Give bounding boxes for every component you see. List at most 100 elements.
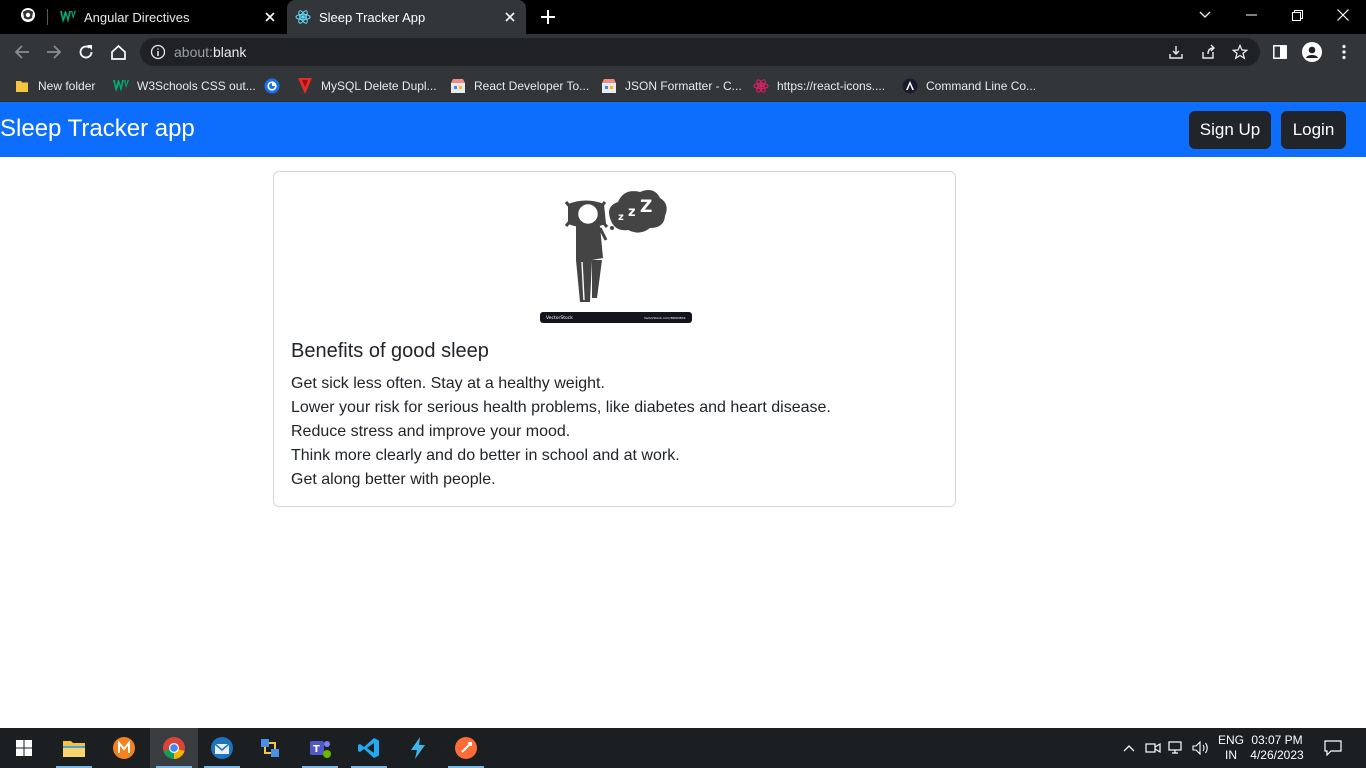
- thunderbird-icon: [211, 737, 233, 759]
- address-bar[interactable]: about:blank: [140, 38, 1260, 66]
- close-window-button[interactable]: [1320, 0, 1366, 30]
- pinned-tab[interactable]: [10, 4, 46, 30]
- lightning-app-icon: [411, 737, 425, 759]
- bookmark-label: New folder: [38, 79, 96, 93]
- taskbar-teams[interactable]: T: [296, 728, 344, 768]
- pinned-tab-icon: [19, 6, 37, 29]
- notification-icon: [1324, 740, 1342, 756]
- bookmark-star-icon[interactable]: [1231, 43, 1249, 60]
- taskbar-file-explorer[interactable]: [50, 728, 98, 768]
- taskbar-chrome[interactable]: [150, 728, 198, 768]
- bookmarks-bar: New folder W3Schools CSS out... MySQL De…: [0, 70, 1366, 102]
- tab-sleep-tracker-app[interactable]: Sleep Tracker App: [287, 0, 526, 34]
- close-tab-icon[interactable]: [260, 7, 280, 27]
- new-tab-button[interactable]: [537, 6, 559, 28]
- info-icon[interactable]: [150, 44, 166, 60]
- close-icon: [1337, 9, 1349, 21]
- minimize-icon: [1245, 14, 1257, 16]
- chevron-up-icon: [1123, 745, 1135, 752]
- close-tab-icon[interactable]: [500, 7, 520, 27]
- bookmark-react-icons[interactable]: https://react-icons....: [753, 76, 885, 96]
- notifications-button[interactable]: [1323, 738, 1343, 758]
- volume-icon: [1192, 741, 1208, 755]
- bookmark-mysql-delete[interactable]: MySQL Delete Dupl...: [297, 76, 437, 96]
- avatar-icon: [1302, 42, 1322, 62]
- benefit-line: Think more clearly and do better in scho…: [291, 447, 680, 464]
- windows-icon: [16, 740, 32, 756]
- chevron-down-icon: [1199, 11, 1211, 18]
- clock-date: 4/26/2023: [1250, 748, 1304, 762]
- profile-button[interactable]: [1302, 42, 1322, 62]
- sign-up-button[interactable]: Sign Up: [1189, 111, 1271, 149]
- taskbar-app[interactable]: [100, 728, 148, 768]
- input-language-indicator[interactable]: ENG IN: [1218, 733, 1244, 763]
- bookmark-react-dev-tools[interactable]: React Developer To...: [450, 76, 589, 96]
- arrow-right-icon: [47, 45, 62, 59]
- bookmark-new-folder[interactable]: New folder: [14, 76, 95, 96]
- network-app-icon: [261, 739, 279, 757]
- taskbar-postman[interactable]: [442, 728, 490, 768]
- vscode-icon: [358, 738, 379, 758]
- start-button[interactable]: [0, 728, 48, 768]
- network-button[interactable]: [1167, 738, 1187, 758]
- chrome-extension-icon: [264, 78, 280, 94]
- tab-separator: [47, 9, 48, 25]
- side-panel-button[interactable]: [1270, 42, 1290, 62]
- login-button[interactable]: Login: [1281, 111, 1346, 149]
- home-icon: [110, 44, 126, 60]
- browser-toolbar: about:blank: [0, 34, 1366, 70]
- side-panel-icon: [1273, 45, 1287, 59]
- show-hidden-icons-button[interactable]: [1119, 738, 1139, 758]
- restore-icon: [1291, 9, 1303, 21]
- svg-text:T: T: [313, 744, 320, 755]
- region-code: IN: [1225, 748, 1237, 762]
- bookmark-label: Command Line Co...: [926, 79, 1037, 93]
- reload-icon: [79, 45, 93, 59]
- install-app-icon[interactable]: [1168, 44, 1184, 60]
- clock-time: 03:07 PM: [1251, 733, 1303, 747]
- app-navbar: Sleep Tracker app Sign Up Login: [0, 102, 1366, 157]
- clock[interactable]: 03:07 PM 4/26/2023: [1248, 733, 1306, 763]
- back-button[interactable]: [8, 38, 36, 66]
- react-icon: [753, 78, 769, 94]
- w3schools-icon: [60, 9, 76, 25]
- bookmark-extension[interactable]: [264, 76, 288, 96]
- bookmark-json-formatter[interactable]: JSON Formatter - C...: [601, 76, 742, 96]
- home-button[interactable]: [104, 38, 132, 66]
- restore-button[interactable]: [1274, 0, 1320, 30]
- tab-search-button[interactable]: [1182, 0, 1228, 30]
- postman-icon: [455, 737, 477, 759]
- bookmark-command-line[interactable]: Command Line Co...: [902, 76, 1036, 96]
- language-code: ENG: [1218, 733, 1245, 747]
- minimize-button[interactable]: [1228, 0, 1274, 30]
- plus-icon: [541, 10, 555, 24]
- taskbar-network-app[interactable]: [246, 728, 294, 768]
- bookmark-label: React Developer To...: [474, 79, 590, 93]
- taskbar-vscode[interactable]: [345, 728, 393, 768]
- more-vertical-icon: [1342, 44, 1346, 60]
- svg-text:z: z: [618, 212, 624, 223]
- taskbar-thunderbird[interactable]: [198, 728, 246, 768]
- tab-angular-directives[interactable]: Angular Directives: [52, 0, 286, 34]
- taskbar-lightning-app[interactable]: [394, 728, 442, 768]
- reload-button[interactable]: [72, 38, 100, 66]
- app-brand[interactable]: Sleep Tracker app: [0, 115, 195, 143]
- react-icon: [295, 9, 311, 25]
- share-icon[interactable]: [1200, 44, 1216, 60]
- url-host: about:: [174, 44, 213, 60]
- url-path: blank: [212, 44, 247, 60]
- volume-button[interactable]: [1191, 738, 1211, 758]
- file-explorer-icon: [63, 741, 85, 757]
- forward-button[interactable]: [40, 38, 68, 66]
- browser-menu-button[interactable]: [1334, 42, 1354, 62]
- teams-icon: T: [310, 741, 331, 758]
- arrow-left-icon: [14, 45, 29, 59]
- benefits-card: z z Z VectorStock VectorStock.com/380648…: [273, 171, 956, 507]
- bookmark-w3schools-css[interactable]: W3Schools CSS out...: [113, 76, 256, 96]
- bookmark-label: W3Schools CSS out...: [137, 79, 256, 93]
- card-text: Get sick less often. Stay at a healthy w…: [291, 372, 831, 492]
- meet-now-button[interactable]: [1143, 738, 1163, 758]
- mysql-icon: [297, 78, 313, 94]
- store-icon: [450, 78, 466, 94]
- bookmark-label: https://react-icons....: [777, 79, 886, 93]
